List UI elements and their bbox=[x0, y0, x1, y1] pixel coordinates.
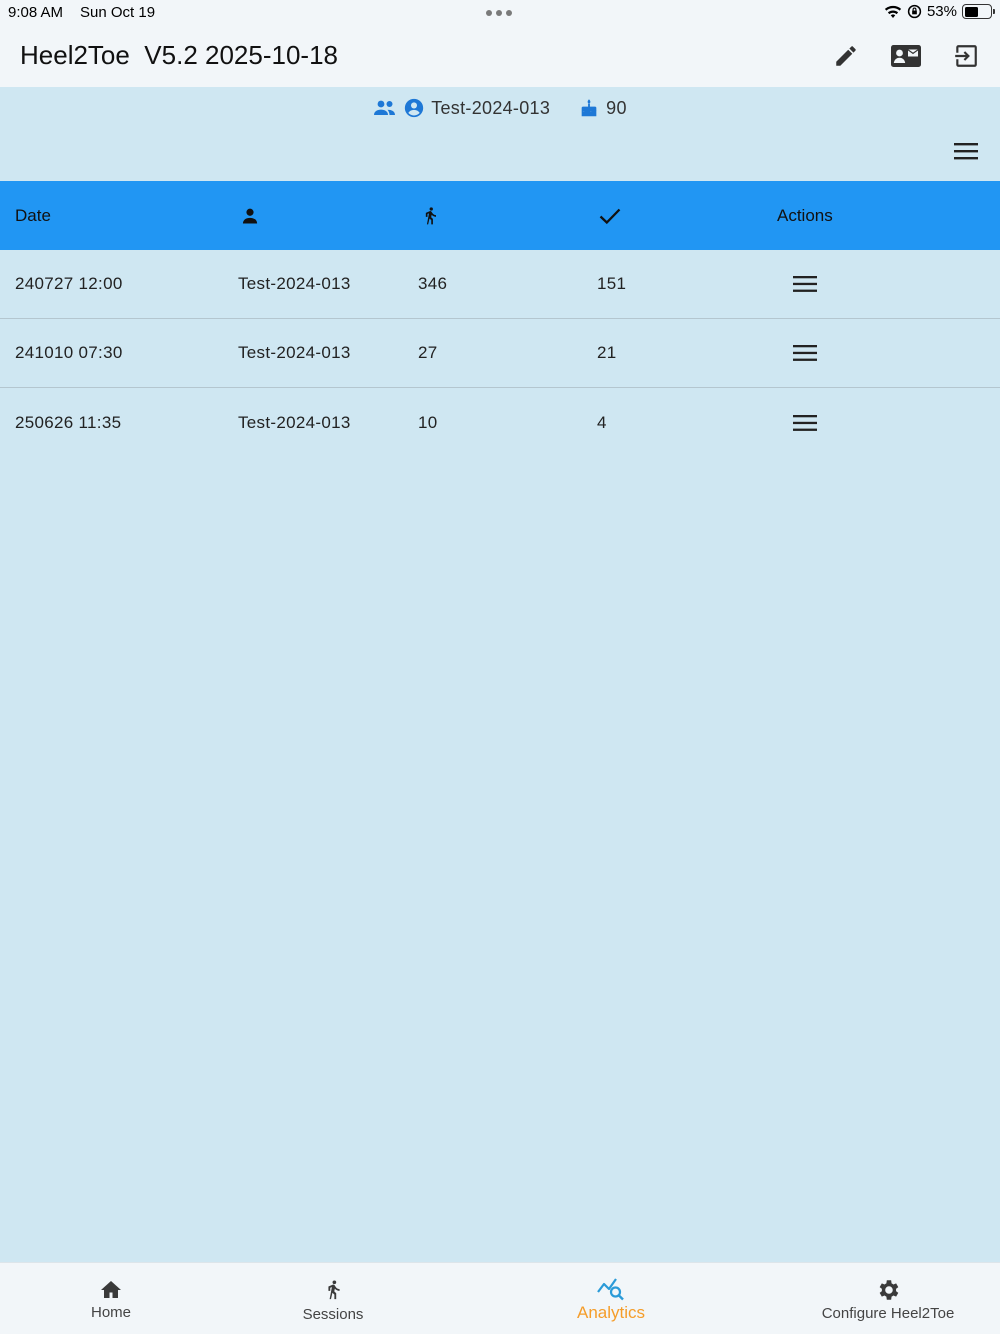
group-icon bbox=[374, 100, 396, 115]
nav-analytics-label: Analytics bbox=[576, 1303, 646, 1322]
session-participant: Test-2024-013 bbox=[238, 412, 351, 432]
battery-icon bbox=[962, 4, 995, 19]
nav-configure[interactable]: Configure Heel2Toe bbox=[798, 1263, 978, 1334]
logout-button[interactable] bbox=[946, 36, 986, 76]
options-menu-button[interactable] bbox=[946, 131, 986, 171]
orientation-lock-icon bbox=[907, 4, 922, 19]
edit-button[interactable] bbox=[826, 36, 866, 76]
hamburger-menu-icon bbox=[793, 414, 817, 431]
session-date: 250626 11:35 bbox=[15, 412, 122, 432]
cake-icon bbox=[581, 99, 597, 117]
nav-analytics[interactable]: Analytics bbox=[551, 1263, 671, 1334]
contact-card-button[interactable] bbox=[886, 36, 926, 76]
status-date: Sun Oct 19 bbox=[80, 4, 156, 21]
table-row[interactable]: 250626 11:35 Test-2024-013 10 4 bbox=[0, 388, 1000, 457]
session-date: 241010 07:30 bbox=[15, 343, 123, 362]
person-icon bbox=[242, 208, 258, 223]
pencil-icon bbox=[836, 46, 856, 66]
table-row[interactable]: 241010 07:30 Test-2024-013 27 21 bbox=[0, 319, 1000, 388]
hamburger-menu-icon bbox=[793, 345, 817, 361]
session-participant: Test-2024-013 bbox=[238, 343, 351, 362]
query-stats-icon bbox=[597, 1278, 624, 1301]
app-title: Heel2Toe V5.2 2025-10-18 bbox=[20, 40, 339, 70]
walking-icon bbox=[328, 1279, 340, 1299]
session-steps: 346 bbox=[418, 274, 448, 293]
session-valid: 151 bbox=[597, 274, 627, 293]
account-circle-icon bbox=[405, 98, 424, 118]
column-header-date[interactable]: Date bbox=[15, 181, 51, 250]
session-valid: 21 bbox=[597, 343, 617, 362]
column-header-steps[interactable] bbox=[420, 181, 440, 250]
exit-icon bbox=[955, 45, 977, 67]
hamburger-menu-icon bbox=[954, 143, 978, 160]
row-actions-button[interactable] bbox=[792, 250, 818, 318]
sessions-table-header: Date Actions bbox=[0, 181, 1000, 250]
contact-mail-icon bbox=[891, 45, 921, 67]
session-date: 240727 12:00 bbox=[15, 274, 123, 293]
wifi-icon bbox=[884, 5, 902, 18]
check-icon bbox=[599, 208, 621, 224]
session-participant: Test-2024-013 bbox=[238, 274, 351, 293]
multitasking-dots[interactable] bbox=[486, 10, 512, 16]
table-row[interactable]: 240727 12:00 Test-2024-013 346 151 bbox=[0, 250, 1000, 319]
home-icon bbox=[101, 1280, 121, 1298]
nav-sessions-label: Sessions bbox=[302, 1305, 364, 1323]
app-bar-actions bbox=[826, 36, 986, 76]
session-valid: 4 bbox=[597, 412, 607, 432]
bottom-navigation: Home Sessions Analytics Configure Heel2T… bbox=[0, 1262, 1000, 1334]
participant-age: 90 bbox=[606, 97, 627, 118]
status-bar: 9:08 AM Sun Oct 19 53% bbox=[0, 0, 1000, 26]
participant-id: Test-2024-013 bbox=[431, 97, 551, 118]
participant-summary: Test-2024-013 90 bbox=[0, 97, 1000, 119]
session-steps: 10 bbox=[418, 412, 438, 432]
status-indicators: 53% bbox=[884, 3, 995, 20]
app-bar: Heel2Toe V5.2 2025-10-18 bbox=[0, 26, 1000, 87]
column-header-participant[interactable] bbox=[240, 181, 260, 250]
row-actions-button[interactable] bbox=[792, 319, 818, 387]
status-time: 9:08 AM bbox=[8, 4, 64, 21]
walking-icon bbox=[425, 206, 436, 224]
session-steps: 27 bbox=[418, 343, 438, 362]
participant-info-strip: Test-2024-013 90 bbox=[0, 87, 1000, 181]
nav-home-label: Home bbox=[90, 1303, 131, 1321]
hamburger-menu-icon bbox=[793, 276, 817, 292]
column-header-actions: Actions bbox=[777, 205, 833, 225]
battery-percent: 53% bbox=[926, 3, 957, 20]
row-actions-button[interactable] bbox=[792, 388, 818, 457]
nav-sessions[interactable]: Sessions bbox=[283, 1263, 383, 1334]
nav-home[interactable]: Home bbox=[61, 1263, 161, 1334]
nav-configure-label: Configure Heel2Toe bbox=[821, 1304, 955, 1322]
column-header-valid[interactable] bbox=[598, 181, 622, 250]
gear-icon bbox=[879, 1279, 899, 1300]
